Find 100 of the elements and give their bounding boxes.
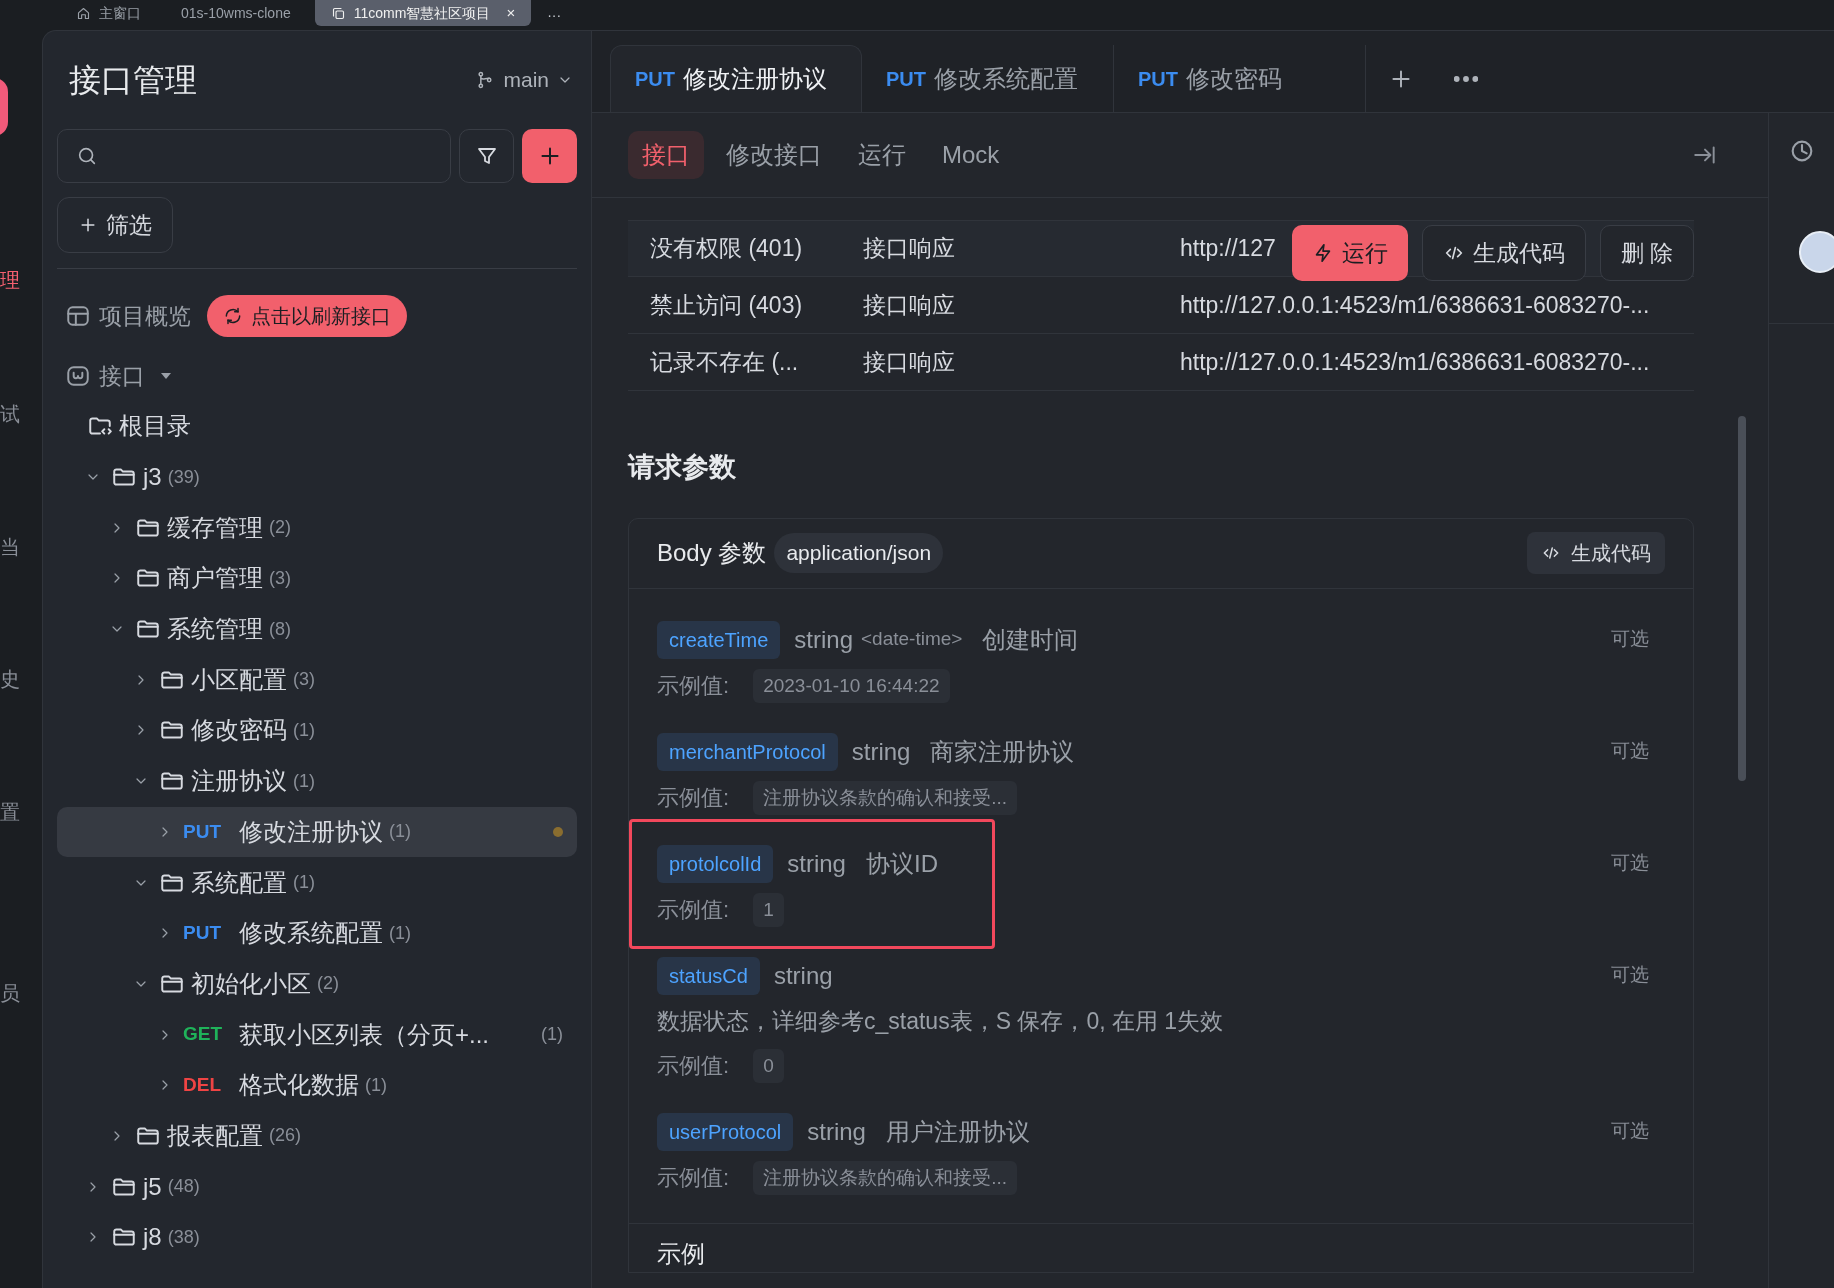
tree-folder[interactable]: 报表配置 (26) — [57, 1110, 577, 1162]
example-label: 示例值: — [657, 1052, 730, 1080]
param-name: createTime — [657, 620, 781, 659]
param-description: 协议ID — [865, 848, 938, 879]
tree-folder[interactable]: 修改密码 (1) — [57, 705, 577, 756]
response-type: 接口响应 — [863, 234, 956, 264]
response-name: 禁止访问 (403) — [650, 290, 804, 320]
tree-folder[interactable]: j3 (39) — [57, 451, 577, 503]
search-field[interactable] — [57, 129, 451, 183]
tree-folder[interactable]: j8 (38) — [57, 1212, 577, 1263]
copy-icon — [330, 5, 346, 21]
dropdown-arrow-icon — [161, 373, 171, 379]
editor-tab[interactable]: PUT 修改注册协议 — [610, 45, 862, 112]
example-label: 示例值: — [657, 784, 730, 812]
search-icon — [76, 145, 98, 167]
branch-selector[interactable]: main — [475, 64, 573, 96]
filter-button[interactable] — [459, 129, 514, 183]
refresh-button[interactable]: 点击以刷新接口 — [207, 295, 407, 337]
response-type: 接口响应 — [863, 290, 956, 320]
tree-folder[interactable]: 商户管理 (3) — [57, 553, 577, 604]
optional-label: 可选 — [1611, 739, 1649, 764]
nav-label[interactable]: 史 — [0, 667, 20, 691]
section-heading: 请求参数 — [628, 451, 737, 484]
response-url[interactable]: http://127 — [1180, 231, 1276, 266]
sub-tab[interactable]: 运行 — [844, 131, 920, 179]
response-row[interactable]: 记录不存在 (... 接口响应 http://127.0.0.1:4523/m1/6386631-6083270-... — [628, 334, 1694, 391]
tree-folder[interactable]: j5 (48) — [57, 1161, 577, 1212]
tree-folder[interactable]: 系统配置 (1) — [57, 857, 577, 908]
generate-code-button[interactable]: 生成代码 — [1527, 532, 1665, 574]
more-button[interactable]: ··· — [539, 4, 570, 26]
response-name: 没有权限 (401) — [650, 234, 804, 264]
api-section-toggle[interactable]: 接口 — [65, 358, 171, 394]
sub-tab[interactable]: 接口 — [628, 131, 704, 179]
sub-tab[interactable]: 修改接口 — [712, 131, 836, 179]
param-type: string — [794, 624, 853, 655]
run-button[interactable]: 运行 — [1291, 225, 1408, 281]
tree-folder[interactable]: 系统管理 (8) — [57, 603, 577, 655]
sub-tab[interactable]: Mock — [928, 131, 1014, 179]
add-button[interactable] — [522, 129, 577, 183]
window-tab[interactable]: 主窗口 — [60, 0, 157, 26]
example-value: 2023-01-10 16:44:22 — [753, 668, 950, 703]
example-value: 1 — [753, 892, 784, 927]
param-type: string — [807, 1116, 866, 1147]
editor-tab[interactable]: PUT 修改系统配置 — [862, 45, 1114, 112]
tree-item[interactable]: DEL 格式化数据 (1) — [57, 1059, 577, 1111]
more-icon — [1454, 75, 1478, 82]
response-name: 记录不存在 (... — [650, 347, 800, 377]
window-tab[interactable]: 11comm智慧社区项目 × — [314, 0, 532, 26]
param-type: string — [787, 848, 846, 879]
nav-label[interactable]: 员 — [0, 981, 20, 1005]
example-value: 注册协议条款的确认和接受... — [753, 780, 1017, 815]
api-icon — [65, 363, 91, 389]
filter-add-button[interactable]: 筛选 — [57, 197, 173, 253]
response-url[interactable]: http://127.0.0.1:4523/m1/6386631-6083270-... — [1180, 287, 1650, 323]
optional-label: 可选 — [1611, 851, 1649, 876]
param-description: 用户注册协议 — [885, 1116, 1030, 1147]
example-value: 注册协议条款的确认和接受... — [753, 1160, 1017, 1195]
close-button[interactable]: × — [506, 1, 516, 25]
optional-label: 可选 — [1611, 1119, 1649, 1144]
panel-title: 接口管理 — [69, 61, 197, 100]
param-description: 数据状态，详细参考c_status表，S 保存，0, 在用 1失效 — [657, 1006, 1225, 1036]
example-label: 示例值: — [657, 1164, 730, 1192]
tree-folder[interactable]: 缓存管理 (2) — [57, 502, 577, 554]
param-name: statusCd — [657, 956, 760, 995]
param-description: 商家注册协议 — [930, 736, 1075, 767]
optional-label: 可选 — [1611, 627, 1649, 652]
tree-folder[interactable]: 初始化小区 (2) — [57, 958, 577, 1010]
example-value: 0 — [753, 1048, 784, 1083]
nav-label[interactable]: 理 — [0, 268, 20, 292]
example-label: 示例值: — [657, 896, 730, 924]
tree-folder[interactable]: 小区配置 (3) — [57, 654, 577, 706]
param-name: merchantProtocol — [657, 732, 838, 771]
editor-tab[interactable]: PUT 修改密码 — [1114, 45, 1366, 112]
nav-label[interactable]: 当 — [0, 535, 20, 559]
refresh-icon — [223, 306, 243, 326]
nav-label[interactable]: 试 — [0, 402, 20, 426]
param-type: string — [851, 736, 911, 767]
avatar[interactable] — [1798, 231, 1834, 273]
param-format: <date-time> — [861, 627, 963, 652]
response-type: 接口响应 — [863, 347, 956, 377]
response-url[interactable]: http://127.0.0.1:4523/m1/6386631-6083270-... — [1180, 344, 1650, 380]
response-row[interactable]: 禁止访问 (403) 接口响应 http://127.0.0.1:4523/m1/6386631-6083270-... — [628, 277, 1694, 334]
window-tab[interactable]: 01s-10wms-clone — [165, 0, 307, 26]
overview-link[interactable]: 项目概览 — [65, 298, 191, 334]
param-name: userProtocol — [657, 1112, 794, 1151]
tree-folder[interactable]: 注册协议 (1) — [57, 755, 577, 807]
body-label: Body 参数 — [657, 538, 767, 568]
nav-label[interactable]: 置 — [0, 800, 20, 824]
section-heading: 示例 — [657, 1239, 705, 1267]
generate-code-button[interactable]: 生成代码 — [1421, 225, 1586, 281]
tree-item[interactable]: PUT 修改注册协议 (1) — [57, 806, 577, 858]
example-label: 示例值: — [657, 672, 730, 700]
delete-button[interactable]: 删 除 — [1599, 225, 1694, 281]
tree-item[interactable]: PUT 修改系统配置 (1) — [57, 907, 577, 959]
param-type: string — [773, 960, 833, 991]
tree-root[interactable]: 根目录 — [57, 401, 577, 452]
layout-icon — [65, 303, 91, 329]
scrollbar[interactable] — [1738, 416, 1746, 781]
tree-item[interactable]: GET 获取小区列表（分页+... (1) — [57, 1009, 577, 1060]
param-name: protolcolId — [657, 844, 774, 883]
